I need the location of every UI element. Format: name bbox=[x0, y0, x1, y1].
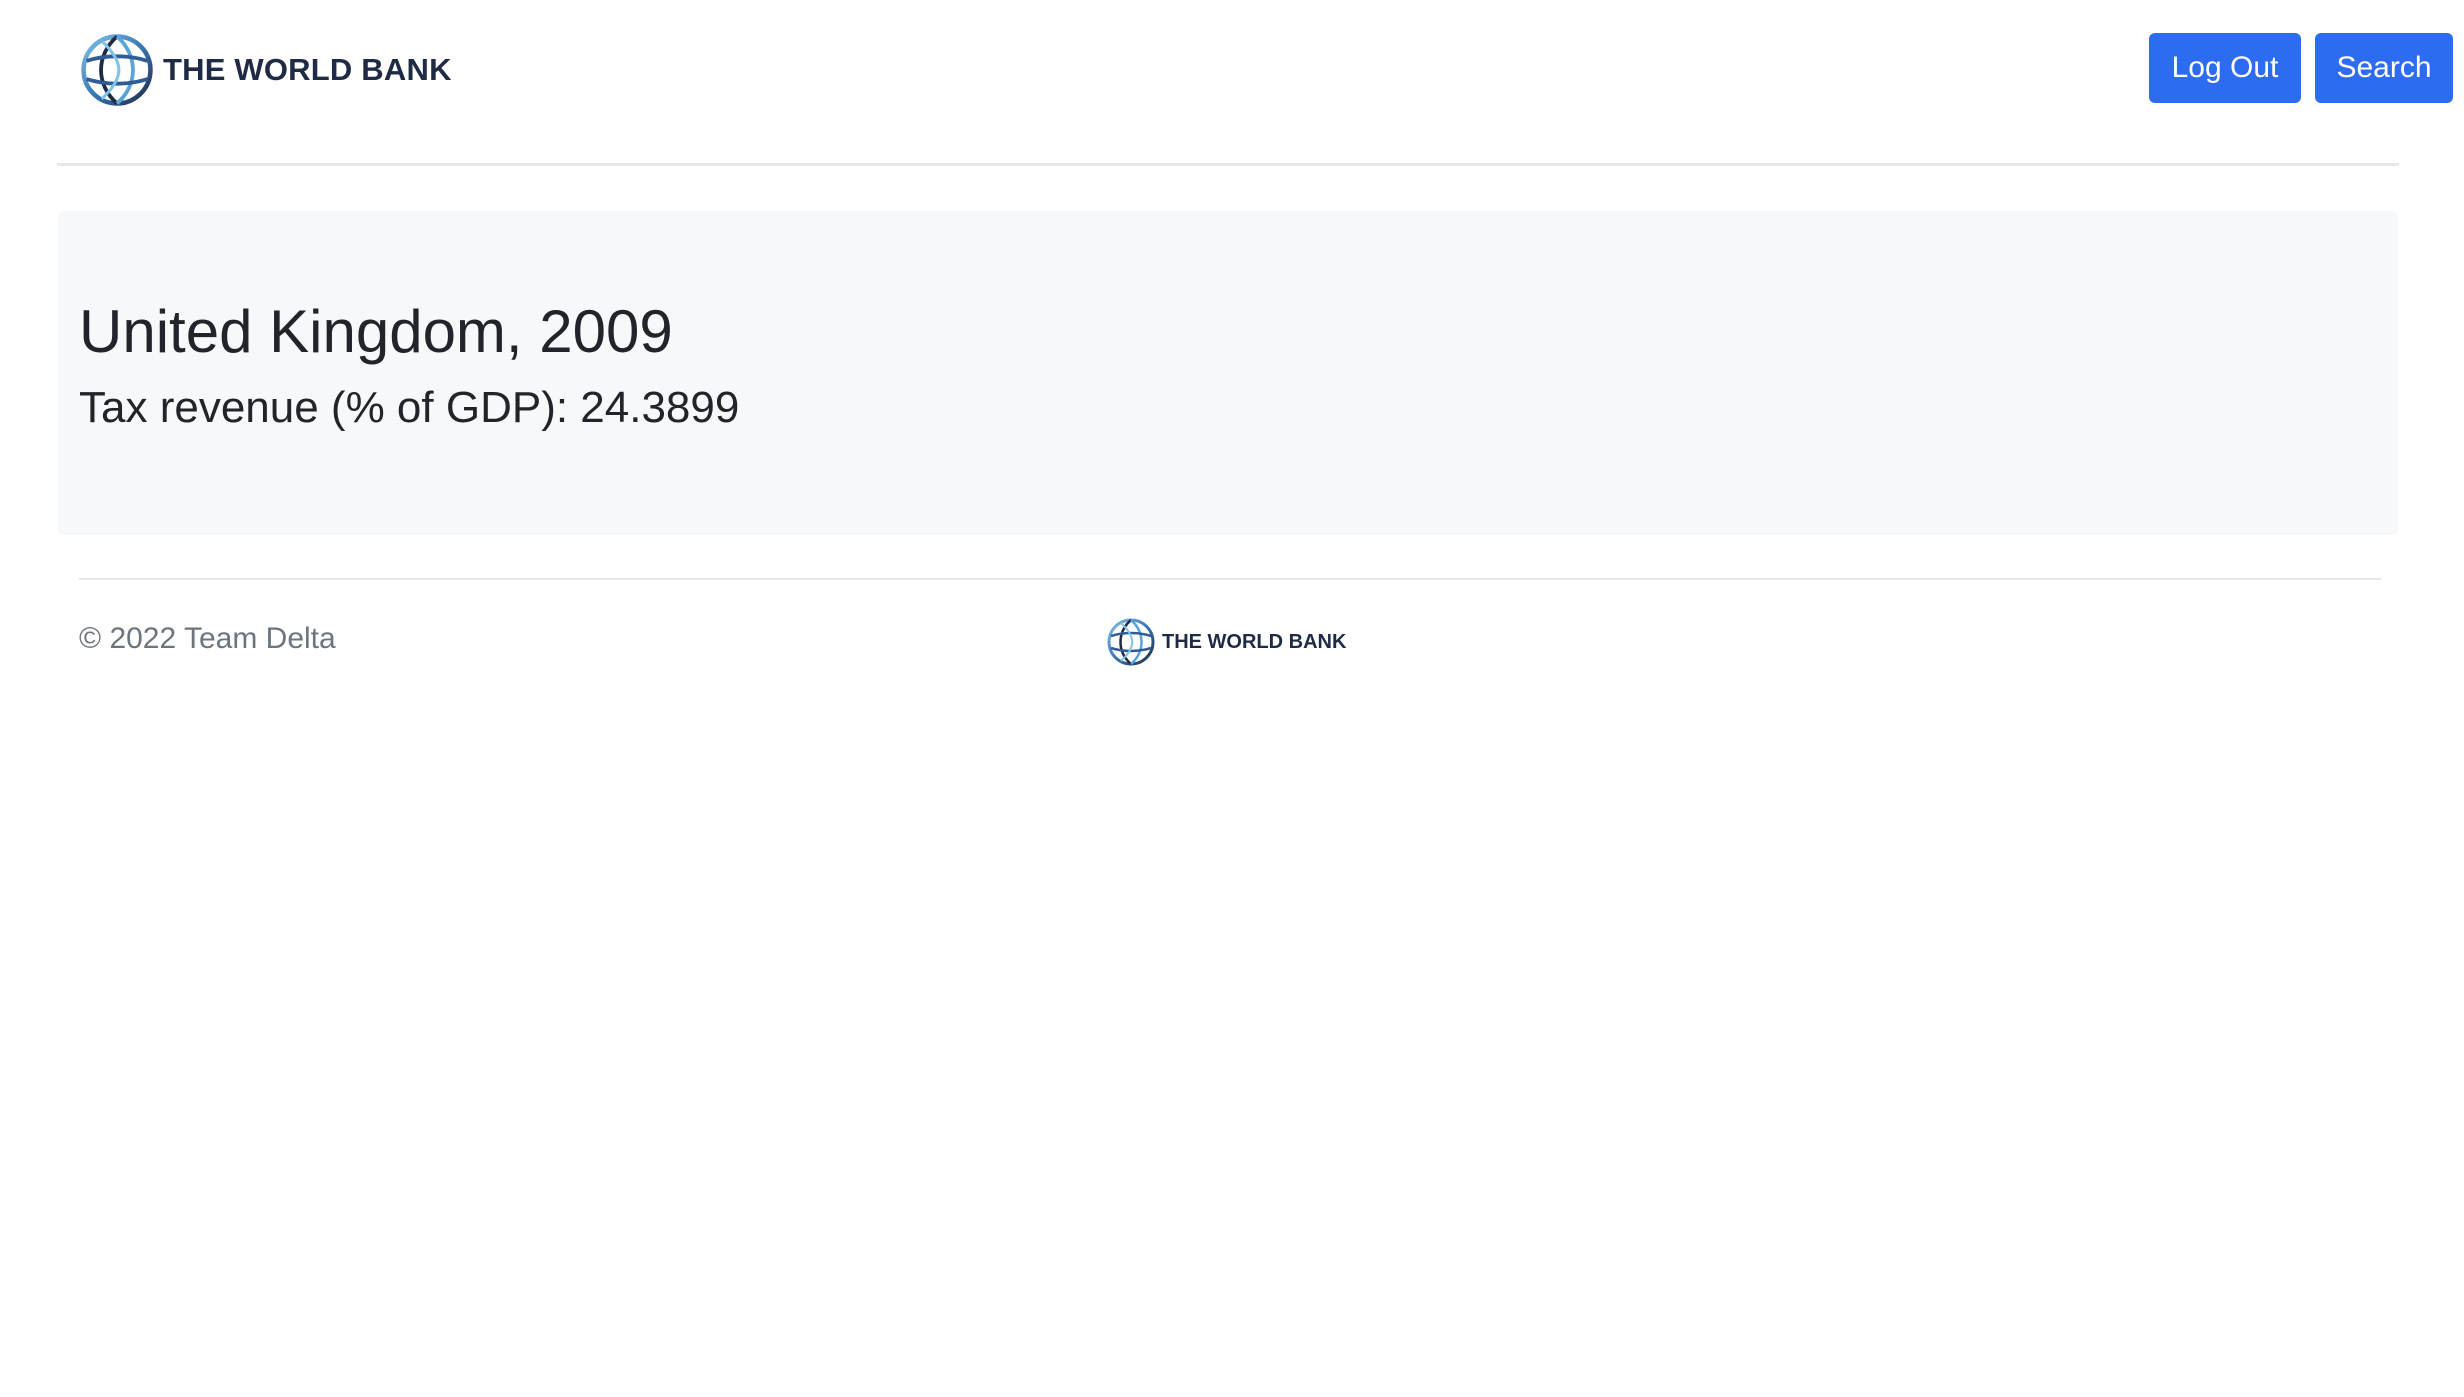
world-bank-globe-icon bbox=[1107, 618, 1155, 666]
search-button[interactable]: Search bbox=[2315, 33, 2453, 103]
copyright-text: © 2022 Team Delta bbox=[79, 622, 336, 655]
result-panel: United Kingdom, 2009 Tax revenue (% of G… bbox=[57, 211, 2399, 535]
footer-brand-logo[interactable]: THE WORLD BANK bbox=[1106, 616, 1346, 668]
footer-brand-name: THE WORLD BANK bbox=[1162, 630, 1347, 653]
indicator-value: Tax revenue (% of GDP): 24.3899 bbox=[79, 383, 740, 432]
footer: © 2022 Team Delta THE WORLD BANK bbox=[79, 578, 2381, 680]
navbar: THE WORLD BANK Log Out Search bbox=[57, 0, 2453, 166]
world-bank-globe-icon bbox=[81, 34, 153, 106]
logout-button[interactable]: Log Out bbox=[2149, 33, 2301, 103]
page: THE WORLD BANK Log Out Search United Kin… bbox=[0, 0, 2464, 1397]
brand-name: THE WORLD BANK bbox=[163, 52, 452, 87]
page-title: United Kingdom, 2009 bbox=[79, 298, 673, 365]
brand-logo[interactable]: THE WORLD BANK bbox=[79, 30, 452, 110]
